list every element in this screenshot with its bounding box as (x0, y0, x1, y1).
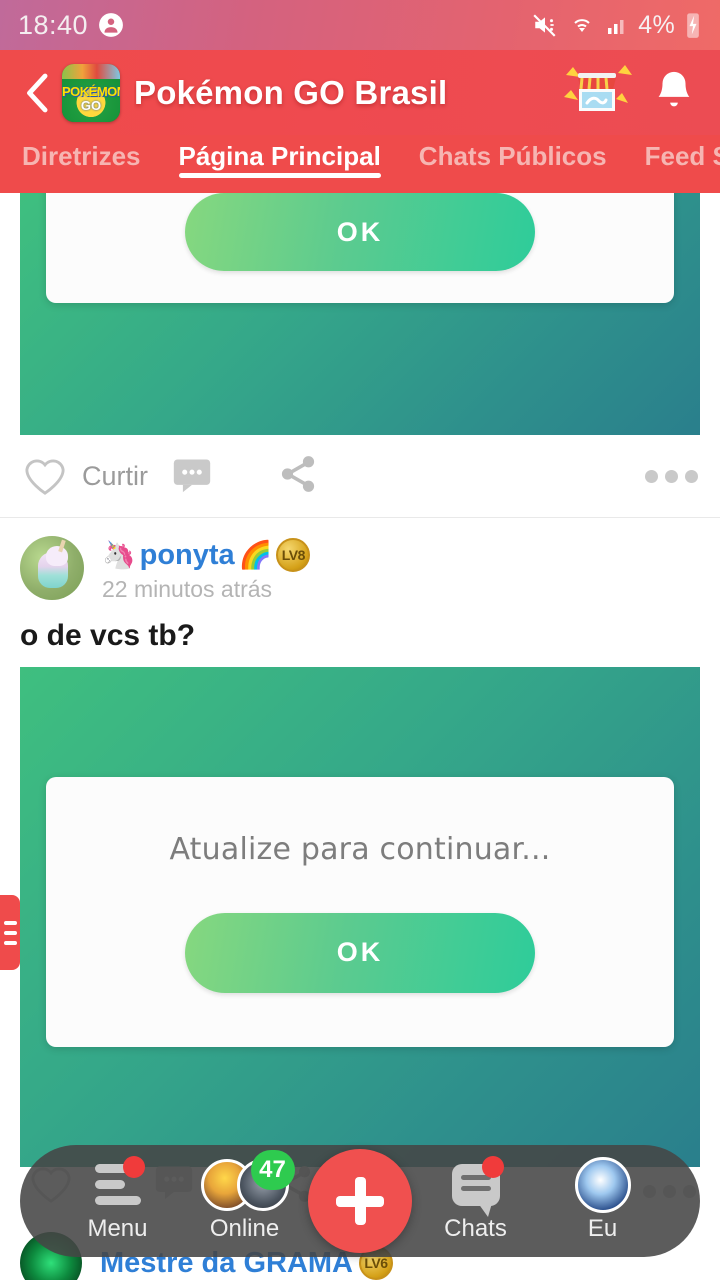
nav-label-chats: Chats (444, 1214, 507, 1242)
page-title: Pokémon GO Brasil (134, 73, 448, 111)
tab-label: Página Principal (178, 141, 381, 171)
avatar-logo-bottom: GO (80, 97, 102, 113)
chats-icon-wrap (451, 1155, 504, 1217)
chat-lines (460, 1174, 491, 1191)
author-name-row: 🦄 ponyta 🌈 LV8 (102, 538, 311, 572)
post-image-top[interactable]: OK (20, 193, 700, 435)
status-bar-left: 18:40 (18, 10, 124, 41)
charging-icon (684, 11, 702, 39)
mute-icon (531, 12, 559, 38)
nav-item-eu[interactable]: Eu (539, 1156, 666, 1243)
wifi-icon (568, 13, 596, 37)
post-feed[interactable]: OK Curtir 🦄 ponyta 🌈 LV8 22 minutos atrá… (0, 193, 720, 1280)
tab-pagina-principal[interactable]: Página Principal (178, 135, 382, 178)
notifications-button[interactable] (646, 63, 702, 123)
menu-notification-dot (122, 1155, 145, 1178)
back-chevron-icon (27, 73, 48, 112)
bell-icon (658, 71, 690, 106)
post-text: o de vcs tb? (20, 619, 196, 652)
nav-item-chats[interactable]: Chats (412, 1155, 539, 1243)
tab-chats-publicos[interactable]: Chats Públicos (419, 135, 607, 172)
share-icon (281, 455, 315, 492)
status-bar-right: 4% (531, 11, 702, 40)
unicorn-emoji-icon: 🦄 (102, 539, 136, 570)
group-avatar[interactable]: POKÉMON GO (62, 63, 120, 122)
eu-icon-wrap (574, 1156, 631, 1213)
tab-bar[interactable]: Diretrizes Página Principal Chats Públic… (0, 135, 720, 193)
online-count-badge: 47 (250, 1149, 295, 1190)
signal-icon (605, 13, 629, 37)
post-action-bar-top[interactable]: Curtir (0, 435, 720, 518)
nav-label-menu: Menu (87, 1214, 148, 1242)
dialog-card-top: OK (46, 193, 674, 303)
status-bar: 18:40 4% (0, 0, 720, 50)
app-header: POKÉMON GO Pokémon GO Brasil (0, 50, 720, 135)
back-button[interactable] (18, 70, 58, 116)
nav-label-online: Online (209, 1214, 280, 1242)
nav-label-eu: Eu (587, 1214, 618, 1242)
share-button[interactable] (276, 453, 320, 500)
dialog-card-main: Atualize para continuar... OK (46, 777, 674, 1047)
tab-label: Feed Se (644, 141, 720, 171)
drawer-line (3, 920, 17, 925)
ok-button-top: OK (185, 193, 535, 271)
shop-stall-icon (564, 64, 632, 111)
side-drawer-handle[interactable] (0, 895, 20, 970)
online-icon-wrap: 47 (200, 1149, 295, 1211)
tab-label: Chats Públicos (418, 141, 607, 171)
author-avatar[interactable] (20, 536, 84, 600)
post-header: 🦄 ponyta 🌈 LV8 22 minutos atrás (0, 518, 720, 603)
person-icon (98, 12, 124, 38)
bottom-navigation-bar[interactable]: Menu 47 Online Chats Eu (20, 1145, 700, 1257)
ok-button-main: OK (185, 912, 535, 993)
comment-button[interactable] (170, 454, 214, 499)
post-timestamp: 22 minutos atrás (102, 576, 273, 602)
drawer-line (3, 930, 17, 935)
post-more-button[interactable] (645, 469, 698, 483)
drawer-line (3, 940, 17, 945)
nav-item-menu[interactable]: Menu (54, 1155, 181, 1243)
tab-feed-secundario[interactable]: Feed Se (645, 135, 720, 172)
app-screen: 18:40 4% POKÉMON GO Pokémon GO Brasil Di… (0, 0, 720, 1280)
shop-button[interactable] (560, 63, 632, 123)
status-time: 18:40 (18, 9, 89, 40)
post-image-main[interactable]: Atualize para continuar... OK (20, 667, 700, 1167)
tab-diretrizes[interactable]: Diretrizes (22, 135, 141, 172)
rainbow-emoji-icon: 🌈 (238, 539, 273, 570)
heart-outline-icon (25, 459, 65, 495)
profile-avatar-icon (574, 1156, 631, 1213)
create-post-button[interactable] (308, 1149, 412, 1253)
tab-label: Diretrizes (22, 141, 141, 171)
chats-notification-dot (481, 1155, 504, 1178)
battery-percent: 4% (638, 10, 675, 39)
like-button[interactable]: Curtir (22, 455, 148, 497)
avatar-head (46, 546, 68, 566)
nav-item-online[interactable]: 47 Online (181, 1149, 308, 1243)
add-plus-icon-h (336, 1195, 384, 1207)
dialog-message: Atualize para continuar... (169, 831, 551, 867)
post-meta: 🦄 ponyta 🌈 LV8 22 minutos atrás (102, 536, 311, 603)
author-name[interactable]: ponyta (140, 539, 235, 572)
comment-bubble-icon (173, 458, 211, 492)
like-label: Curtir (82, 460, 148, 491)
avatar-logo-top: POKÉMON (62, 83, 120, 99)
menu-icon-wrap (94, 1155, 145, 1210)
level-badge: LV8 (276, 538, 311, 572)
